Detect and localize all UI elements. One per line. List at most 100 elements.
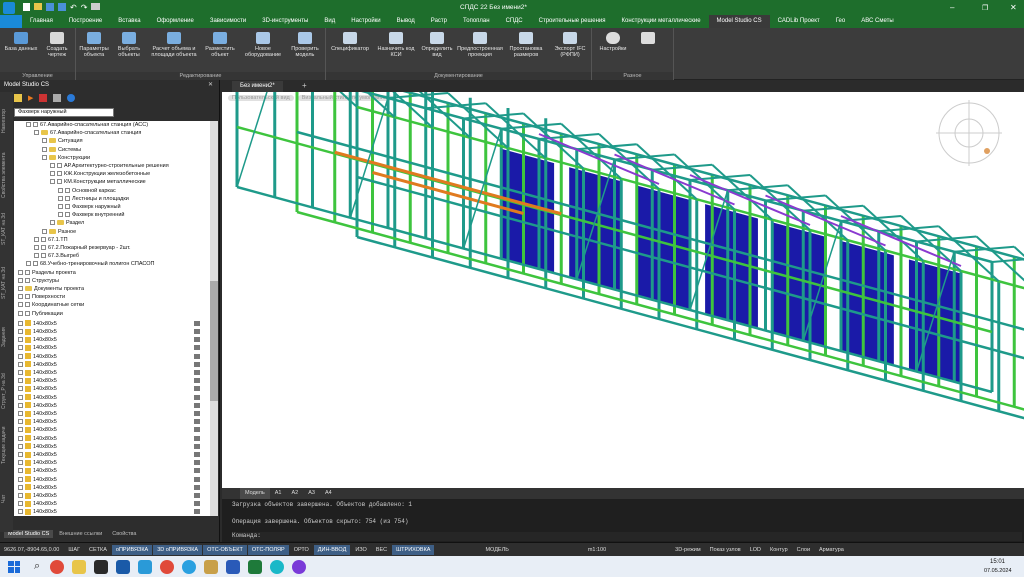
- dimensioning-button[interactable]: Простановка размеров: [506, 30, 546, 70]
- visibility-icon[interactable]: [194, 509, 200, 515]
- tree-node[interactable]: Основной каркас: [58, 187, 116, 195]
- visibility-icon[interactable]: [194, 452, 200, 457]
- list-item[interactable]: 140x80x5: [18, 484, 206, 492]
- tree-node[interactable]: 67.2.Пожарный резервуар - 2шт.: [34, 244, 131, 252]
- tree-edit-icon[interactable]: [14, 93, 22, 102]
- list-item[interactable]: 140x80x5: [18, 451, 206, 459]
- expand-toggle-icon[interactable]: [18, 452, 23, 458]
- scale-label[interactable]: m1:100: [584, 545, 610, 555]
- telegram-icon[interactable]: [182, 559, 197, 574]
- viber-icon[interactable]: [292, 559, 307, 574]
- menu-item[interactable]: Вставка: [110, 15, 148, 28]
- expand-toggle-icon[interactable]: [18, 269, 23, 275]
- side-tab[interactable]: Навигатор: [1, 96, 12, 146]
- tree-node[interactable]: Документы проекта: [18, 285, 84, 293]
- list-item[interactable]: 140x80x5: [18, 500, 206, 508]
- visibility-icon[interactable]: [194, 386, 200, 392]
- expand-toggle-icon[interactable]: [26, 261, 31, 267]
- r-app-icon[interactable]: [116, 559, 131, 574]
- status-right-item[interactable]: Контур: [766, 545, 792, 555]
- tree-node[interactable]: Лестницы и площадки: [58, 195, 129, 203]
- save-all-icon[interactable]: [58, 3, 66, 11]
- expand-toggle-icon[interactable]: [18, 402, 23, 408]
- layout-tab[interactable]: Модель: [240, 488, 270, 499]
- play-icon[interactable]: ▶: [28, 94, 33, 102]
- expand-toggle-icon[interactable]: [42, 138, 47, 144]
- expand-toggle-icon[interactable]: [18, 419, 23, 425]
- expand-toggle-icon[interactable]: [18, 286, 23, 292]
- taskbar-app-icon[interactable]: [94, 559, 109, 574]
- expand-toggle-icon[interactable]: [18, 443, 23, 449]
- side-tab[interactable]: Структ_Р на 3d: [1, 366, 12, 416]
- list-item[interactable]: 140x80x5: [18, 508, 206, 516]
- status-toggle[interactable]: оПРИВЯЗКА: [111, 544, 153, 555]
- expand-toggle-icon[interactable]: [18, 353, 23, 359]
- tree-node[interactable]: Публикации: [18, 310, 63, 318]
- layout-tab[interactable]: A1: [270, 488, 287, 499]
- tree-node[interactable]: Системы: [42, 146, 81, 154]
- menu-item[interactable]: Оформление: [149, 15, 202, 28]
- expand-toggle-icon[interactable]: [18, 460, 23, 466]
- expand-toggle-icon[interactable]: [18, 337, 23, 343]
- list-item[interactable]: 140x80x5: [18, 377, 206, 385]
- tree-node[interactable]: Конструкции: [42, 154, 90, 162]
- menu-item[interactable]: Настройки: [343, 15, 388, 28]
- tree-node[interactable]: КМ.Конструкции металлические: [50, 178, 146, 186]
- expand-toggle-icon[interactable]: [18, 302, 23, 308]
- tree-node[interactable]: 67.Аварийно-спасательная станция (АСС): [26, 121, 148, 129]
- panel-close-icon[interactable]: ✕: [208, 81, 213, 88]
- visibility-icon[interactable]: [194, 435, 200, 441]
- filter-combo[interactable]: Фахверк наружный: [14, 108, 114, 117]
- menu-item[interactable]: Конструкции металлические: [614, 15, 709, 28]
- define-view-button[interactable]: Определить вид: [420, 30, 454, 70]
- layout-tab[interactable]: A4: [320, 488, 337, 499]
- expand-toggle-icon[interactable]: [58, 195, 63, 201]
- list-item[interactable]: 140x80x5: [18, 320, 206, 328]
- visibility-icon[interactable]: [194, 378, 200, 384]
- save-icon[interactable]: [46, 3, 54, 11]
- visibility-icon[interactable]: [194, 460, 200, 466]
- menu-item[interactable]: Вывод: [389, 15, 423, 28]
- list-item[interactable]: 140x80x5: [18, 328, 206, 336]
- excel-icon[interactable]: [248, 559, 263, 574]
- expand-toggle-icon[interactable]: [18, 476, 23, 482]
- visibility-icon[interactable]: [194, 411, 200, 416]
- menu-item[interactable]: СПДС: [498, 15, 531, 28]
- expand-toggle-icon[interactable]: [18, 294, 23, 300]
- expand-toggle-icon[interactable]: [18, 361, 23, 367]
- tree-node[interactable]: Фахверк наружный: [58, 203, 121, 211]
- visibility-icon[interactable]: [194, 394, 200, 400]
- expand-toggle-icon[interactable]: [18, 509, 23, 515]
- tree-node[interactable]: 67.3.Выгреб: [34, 252, 79, 260]
- expand-toggle-icon[interactable]: [18, 484, 23, 490]
- list-item[interactable]: 140x80x5: [18, 361, 206, 369]
- menu-item[interactable]: Растр: [423, 15, 455, 28]
- menu-item[interactable]: CADLib Проект: [770, 15, 828, 28]
- tree-node[interactable]: Ситуация: [42, 137, 83, 145]
- redo-icon[interactable]: ↷: [81, 3, 88, 12]
- tab-external-refs[interactable]: Внешние ссылки: [55, 530, 106, 538]
- expand-toggle-icon[interactable]: [50, 171, 55, 177]
- visibility-icon[interactable]: [194, 419, 200, 425]
- visibility-icon[interactable]: [194, 320, 200, 326]
- tab-properties[interactable]: Свойства: [108, 530, 140, 538]
- list-item[interactable]: 140x80x5: [18, 353, 206, 361]
- new-equipment-button[interactable]: Новое оборудование: [242, 30, 284, 70]
- status-toggle[interactable]: СЕТКА: [85, 545, 111, 555]
- cloud-app-icon[interactable]: [138, 559, 153, 574]
- open-file-icon[interactable]: [34, 3, 42, 10]
- menu-item[interactable]: 3D-инструменты: [254, 15, 316, 28]
- list-item[interactable]: 140x80x5: [18, 410, 206, 418]
- visibility-icon[interactable]: [194, 361, 200, 367]
- app-menu-button[interactable]: [0, 15, 22, 28]
- visibility-icon[interactable]: [194, 370, 200, 375]
- word-icon[interactable]: [226, 559, 241, 574]
- roof-truss[interactable]: [297, 92, 358, 108]
- refresh-icon[interactable]: [67, 93, 76, 102]
- status-toggle[interactable]: ШАГ: [64, 545, 84, 555]
- expand-toggle-icon[interactable]: [50, 179, 55, 185]
- menu-item[interactable]: Гео: [828, 15, 854, 28]
- status-toggle[interactable]: ДИН-ВВОД: [313, 544, 351, 555]
- list-item[interactable]: 140x80x5: [18, 443, 206, 451]
- status-right-item[interactable]: 3D-режим: [671, 545, 704, 555]
